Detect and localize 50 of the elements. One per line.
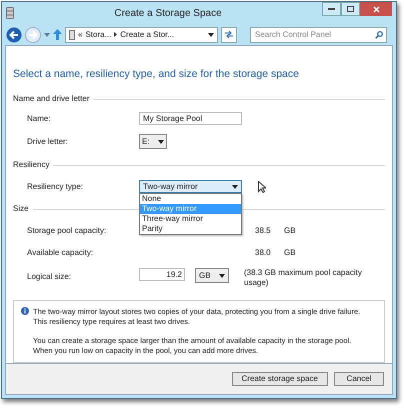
refresh-icon <box>224 30 234 40</box>
dropdown-option[interactable]: Three-way mirror <box>140 214 241 224</box>
caret-icon <box>158 140 164 144</box>
capacity-note: (38.3 GB maximum pool capacity usage) <box>244 268 363 288</box>
page-heading: Select a name, resiliency type, and size for the storage space <box>13 67 300 82</box>
unit-label: GB <box>284 247 296 260</box>
breadcrumb-chevron: « <box>78 28 82 41</box>
storage-icon <box>69 30 75 40</box>
logical-size-field[interactable]: 19.2 <box>139 268 185 282</box>
section-title: Name and drive letter <box>13 93 90 106</box>
minimize-button[interactable] <box>322 2 341 16</box>
up-arrow-icon[interactable] <box>53 29 62 40</box>
caret-icon <box>208 32 214 37</box>
cancel-button[interactable]: Cancel <box>334 372 384 386</box>
mouse-pointer-icon <box>258 180 266 193</box>
close-icon <box>372 6 380 12</box>
refresh-button[interactable] <box>221 26 237 43</box>
dropdown-option[interactable]: None <box>140 194 241 204</box>
section-title: Size <box>13 203 29 216</box>
dropdown-option[interactable]: Parity <box>140 224 241 234</box>
search-icon <box>375 30 383 39</box>
section-title: Resiliency <box>13 159 50 172</box>
field-label: Drive letter: <box>27 136 69 148</box>
maximize-button[interactable] <box>341 2 360 16</box>
back-icon[interactable] <box>6 26 22 43</box>
field-label: Resiliency type: <box>27 180 84 193</box>
field-label: Storage pool capacity: <box>27 225 108 238</box>
create-button[interactable]: Create storage space <box>232 372 328 386</box>
unit-label: GB <box>284 225 296 238</box>
capacity-value: 38.0 <box>255 247 272 260</box>
drive-letter-dropdown[interactable]: E: <box>139 134 167 150</box>
field-label: Logical size: <box>27 271 72 284</box>
name-field[interactable]: My Storage Pool <box>139 112 242 126</box>
field-label: Name: <box>27 112 52 125</box>
unit-dropdown[interactable]: GB <box>195 268 229 284</box>
chevron-icon <box>114 32 118 38</box>
caret-icon <box>219 274 225 278</box>
window-title: Create a Storage Space <box>113 6 223 21</box>
resiliency-type-dropdown[interactable]: Two-way mirror <box>139 180 242 194</box>
capacity-value: 38.5 <box>255 225 272 238</box>
search-field[interactable]: Search Control Panel <box>250 26 387 43</box>
caret-icon <box>232 184 238 189</box>
dropdown-icon[interactable] <box>44 32 50 37</box>
address-bar[interactable]: « Stora... Create a Stor... <box>65 26 218 43</box>
storage-icon <box>6 7 14 20</box>
info-icon <box>21 307 29 316</box>
breadcrumb-item[interactable]: Create a Stor... <box>120 28 205 41</box>
field-label: Available capacity: <box>27 247 94 260</box>
breadcrumb-item[interactable]: Stora... <box>85 28 112 41</box>
close-button[interactable] <box>360 2 392 16</box>
